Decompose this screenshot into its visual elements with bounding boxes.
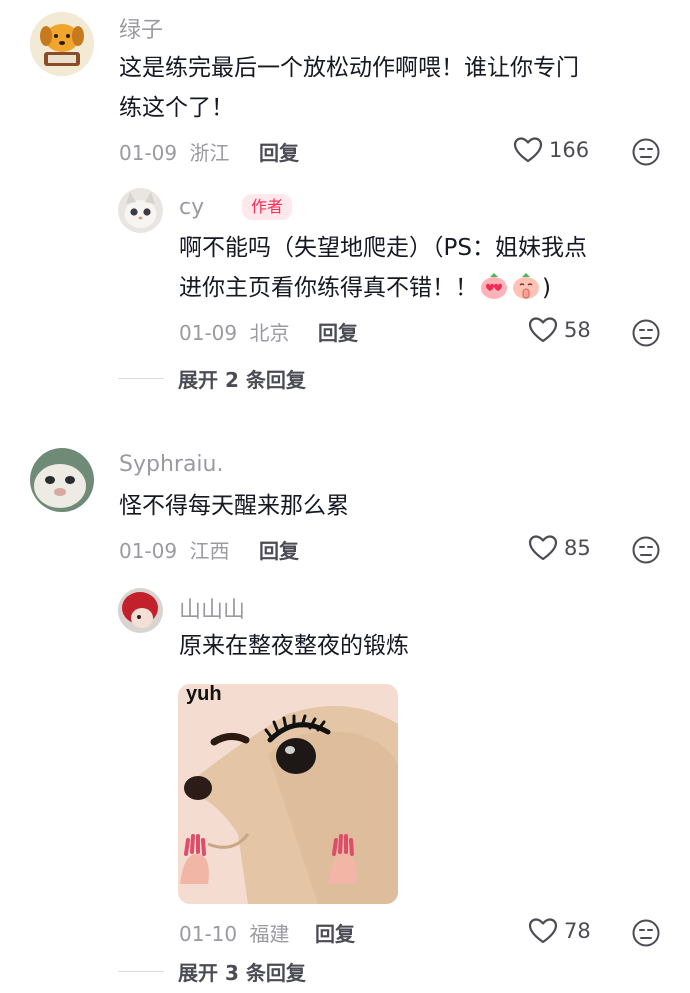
comment-author[interactable]: 绿子 [119, 12, 163, 44]
sticker-caption: yuh [186, 684, 222, 705]
reply-text-line: 啊不能吗（失望地爬走）（PS：姐妹我点 [179, 235, 587, 261]
unimpressed-face-icon [632, 138, 660, 166]
unimpressed-face-icon [632, 919, 660, 947]
dislike-button[interactable] [631, 535, 661, 565]
like-count: 58 [564, 318, 591, 342]
heart-icon [528, 918, 558, 944]
reply-text-segment: ) [542, 275, 551, 301]
like-button[interactable]: 85 [528, 534, 591, 562]
unimpressed-face-icon [632, 536, 660, 564]
expand-replies-button[interactable]: 展开 3 条回复 [118, 957, 306, 986]
reply-location: 北京 [249, 321, 290, 345]
expand-replies-button[interactable]: 展开 2 条回复 [118, 364, 306, 393]
comment-text: 这是练完最后一个放松动作啊喂！谁让你专门 练这个了！ [119, 48, 659, 128]
like-button[interactable]: 78 [528, 917, 591, 945]
comment-location: 浙江 [189, 141, 230, 165]
expand-replies-label: 展开 3 条回复 [178, 961, 306, 985]
reply-text: 原来在整夜整夜的锻炼 [179, 633, 409, 659]
like-button[interactable]: 58 [528, 316, 591, 344]
reply-meta: 01-09 北京 [179, 317, 289, 346]
reply-text-segment: 进你主页看你练得真不错！！ [179, 275, 478, 301]
divider [118, 378, 164, 379]
meme-sticker-image[interactable]: yuh [178, 684, 398, 904]
expand-replies-label: 展开 2 条回复 [178, 368, 306, 392]
heart-icon [513, 137, 543, 163]
reply-location: 福建 [249, 922, 290, 946]
unimpressed-face-icon [632, 319, 660, 347]
dislike-button[interactable] [631, 137, 661, 167]
reply-button[interactable]: 回复 [315, 918, 355, 947]
like-count: 85 [564, 536, 591, 560]
reply-author[interactable]: 山山山 [179, 592, 245, 624]
reply-button[interactable]: 回复 [259, 535, 299, 564]
avatar[interactable] [118, 588, 163, 633]
comment-location: 江西 [189, 539, 230, 563]
reply-date: 01-10 [179, 922, 238, 946]
comment-author[interactable]: Syphraiu. [119, 452, 223, 477]
reply-date: 01-09 [179, 321, 238, 345]
comment-date: 01-09 [119, 539, 178, 563]
praying-peach-emoji [511, 271, 541, 301]
avatar[interactable] [30, 12, 94, 76]
author-badge: 作者 [242, 194, 293, 220]
heart-icon [528, 535, 558, 561]
reply-text: 啊不能吗（失望地爬走）（PS：姐妹我点 进你主页看你练得真不错！！) [179, 228, 669, 308]
reply-button[interactable]: 回复 [259, 137, 299, 166]
reply-button[interactable]: 回复 [318, 317, 358, 346]
comment-text: 怪不得每天醒来那么累 [119, 493, 349, 519]
reply-meta: 01-10 福建 [179, 918, 289, 947]
dislike-button[interactable] [631, 918, 661, 948]
dislike-button[interactable] [631, 318, 661, 348]
like-count: 78 [564, 919, 591, 943]
reply-author[interactable]: cy [179, 195, 204, 220]
reply-text-line: 进你主页看你练得真不错！！) [179, 268, 669, 308]
avatar[interactable] [118, 188, 163, 233]
avatar[interactable] [30, 448, 94, 512]
like-button[interactable]: 166 [513, 136, 589, 164]
divider [118, 971, 164, 972]
comment-meta: 01-09 浙江 [119, 137, 229, 166]
like-count: 166 [549, 138, 590, 162]
heart-icon [528, 317, 558, 343]
heart-eyes-peach-emoji [479, 271, 509, 301]
comment-text-line: 这是练完最后一个放松动作啊喂！谁让你专门 [119, 55, 579, 81]
comment-text-line: 练这个了！ [119, 95, 234, 121]
comment-date: 01-09 [119, 141, 178, 165]
comment-meta: 01-09 江西 [119, 535, 229, 564]
